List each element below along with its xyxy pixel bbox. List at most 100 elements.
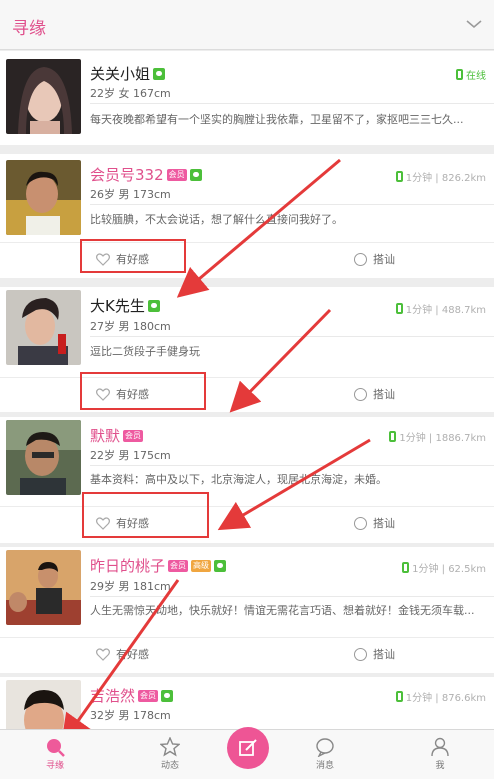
online-status: 1分钟 | 826.2km xyxy=(395,169,486,184)
like-button[interactable]: 有好感 xyxy=(96,646,149,662)
avatar[interactable] xyxy=(6,550,81,625)
vip-badge: 会员 xyxy=(123,429,144,442)
member-feed[interactable]: 关关小姐 22岁 女 167cm 在线 每天夜晚都希望有一个坚实的胸膛让我依靠，… xyxy=(0,51,494,729)
chat-button[interactable]: 搭讪 xyxy=(354,515,395,531)
online-status: 1分钟 | 876.6km xyxy=(395,689,486,704)
tab-label: 我 xyxy=(435,761,445,771)
like-label: 有好感 xyxy=(116,648,149,661)
status-text: 1分钟 | 826.2km xyxy=(405,173,486,184)
chat-button[interactable]: 搭讪 xyxy=(354,386,395,402)
search-heart-icon xyxy=(47,739,65,757)
member-name: 吉浩然 xyxy=(90,687,136,705)
member-meta: 26岁 男 173cm xyxy=(90,188,171,201)
highlight-box xyxy=(82,492,209,538)
phone-icon xyxy=(389,431,397,442)
member-card[interactable]: 会员号332 会员 26岁 男 173cm 1分钟 | 826.2km 比较腼腆… xyxy=(0,154,494,278)
wechat-icon xyxy=(161,689,174,702)
member-name-row: 大K先生 xyxy=(90,295,160,316)
member-bio: 比较腼腆，不太会说话，想了解什么直接问我好了。 xyxy=(90,213,343,226)
member-name-row: 吉浩然 会员 xyxy=(90,685,174,706)
divider xyxy=(90,465,494,466)
vip-badge: 会员 xyxy=(166,168,187,181)
tab-label: 寻缘 xyxy=(45,761,64,771)
phone-icon xyxy=(395,303,403,314)
wechat-icon xyxy=(147,299,160,312)
chat-bubble-icon xyxy=(354,516,367,530)
member-name: 关关小姐 xyxy=(90,65,151,83)
member-meta: 29岁 男 181cm xyxy=(90,580,171,593)
avatar[interactable] xyxy=(6,420,81,495)
member-name-row: 关关小姐 xyxy=(90,63,166,84)
chat-bubble-icon xyxy=(354,252,367,266)
member-bio: 每天夜晚都希望有一个坚实的胸膛让我依靠，卫星留不了，家抠吧三三七久... xyxy=(90,113,464,126)
phone-icon xyxy=(395,691,403,702)
chat-label: 搭讪 xyxy=(373,388,395,401)
tab-moments[interactable]: 动态 xyxy=(140,736,200,771)
member-card[interactable]: 默默 会员 22岁 男 175cm 1分钟 | 1886.7km 基本资料：高中… xyxy=(0,417,494,543)
compose-button[interactable] xyxy=(227,727,269,769)
avatar[interactable] xyxy=(6,290,81,365)
status-text: 1分钟 | 488.7km xyxy=(405,305,486,316)
divider xyxy=(90,204,494,205)
member-meta: 32岁 男 178cm xyxy=(90,709,171,722)
member-meta: 27岁 男 180cm xyxy=(90,320,171,333)
heart-icon xyxy=(96,647,110,661)
wechat-icon xyxy=(214,559,227,572)
chat-bubble-icon xyxy=(354,647,367,661)
chat-bubble-icon xyxy=(316,738,334,757)
member-name: 大K先生 xyxy=(90,297,145,315)
card-actions: 有好感 搭讪 xyxy=(0,242,494,276)
chat-label: 搭讪 xyxy=(373,253,395,266)
avatar[interactable] xyxy=(6,59,81,134)
tab-messages[interactable]: 消息 xyxy=(295,736,355,771)
status-text: 1分钟 | 876.6km xyxy=(405,693,486,704)
member-card[interactable]: 关关小姐 22岁 女 167cm 在线 每天夜晚都希望有一个坚实的胸膛让我依靠，… xyxy=(0,51,494,145)
status-text: 1分钟 | 62.5km xyxy=(412,564,486,575)
top-header: 寻缘 xyxy=(0,0,494,50)
member-name: 昨日的桃子 xyxy=(90,557,166,575)
phone-icon xyxy=(402,562,410,573)
member-bio: 基本资料：高中及以下，北京海淀人，现居北京海淀，未婚。 xyxy=(90,473,387,486)
tab-discover[interactable]: 寻缘 xyxy=(25,736,85,771)
star-icon xyxy=(160,737,180,757)
divider xyxy=(90,336,494,337)
vip-badge: 会员 xyxy=(138,689,159,702)
member-name: 默默 xyxy=(90,427,121,445)
online-status: 1分钟 | 62.5km xyxy=(402,560,486,575)
member-name-row: 昨日的桃子 会员 高级 xyxy=(90,555,227,576)
online-status: 1分钟 | 1886.7km xyxy=(389,429,486,444)
bottom-tab-bar: 寻缘 动态 消息 我 xyxy=(0,727,494,779)
member-name-row: 会员号332 会员 xyxy=(90,164,202,185)
user-icon xyxy=(431,737,449,757)
tab-label: 消息 xyxy=(315,761,334,771)
vip-badge: 会员 xyxy=(168,559,189,572)
member-card[interactable]: 吉浩然 会员 32岁 男 178cm 1分钟 | 876.6km xyxy=(0,677,494,729)
member-card[interactable]: 大K先生 27岁 男 180cm 1分钟 | 488.7km 逗比二货段子手健身… xyxy=(0,287,494,412)
member-meta: 22岁 男 175cm xyxy=(90,449,171,462)
highlight-box xyxy=(80,372,206,410)
tab-label: 动态 xyxy=(160,761,179,771)
status-text: 在线 xyxy=(466,71,486,82)
avatar[interactable] xyxy=(6,680,81,729)
wechat-icon xyxy=(189,168,202,181)
avatar[interactable] xyxy=(6,160,81,235)
card-actions: 有好感 搭讪 xyxy=(0,637,494,671)
status-text: 1分钟 | 1886.7km xyxy=(399,433,486,444)
premium-badge: 高级 xyxy=(191,559,212,572)
chat-button[interactable]: 搭讪 xyxy=(354,251,395,267)
member-card[interactable]: 昨日的桃子 会员 高级 29岁 男 181cm 1分钟 | 62.5km 人生无… xyxy=(0,547,494,673)
phone-icon xyxy=(395,171,403,182)
card-actions: 有好感 搭讪 xyxy=(0,377,494,411)
wechat-icon xyxy=(153,67,166,80)
card-actions: 有好感 搭讪 xyxy=(0,506,494,540)
tab-profile[interactable]: 我 xyxy=(410,736,470,771)
page-title: 寻缘 xyxy=(12,19,46,39)
chat-button[interactable]: 搭讪 xyxy=(354,646,395,662)
member-name: 会员号332 xyxy=(90,166,164,184)
chevron-down-icon[interactable] xyxy=(464,14,484,34)
chat-label: 搭讪 xyxy=(373,517,395,530)
member-bio: 人生无需惊天动地，快乐就好！情谊无需花言巧语、想着就好！金钱无须车载... xyxy=(90,604,475,617)
chat-bubble-icon xyxy=(354,387,367,401)
online-status: 1分钟 | 488.7km xyxy=(395,301,486,316)
phone-icon xyxy=(456,69,463,80)
